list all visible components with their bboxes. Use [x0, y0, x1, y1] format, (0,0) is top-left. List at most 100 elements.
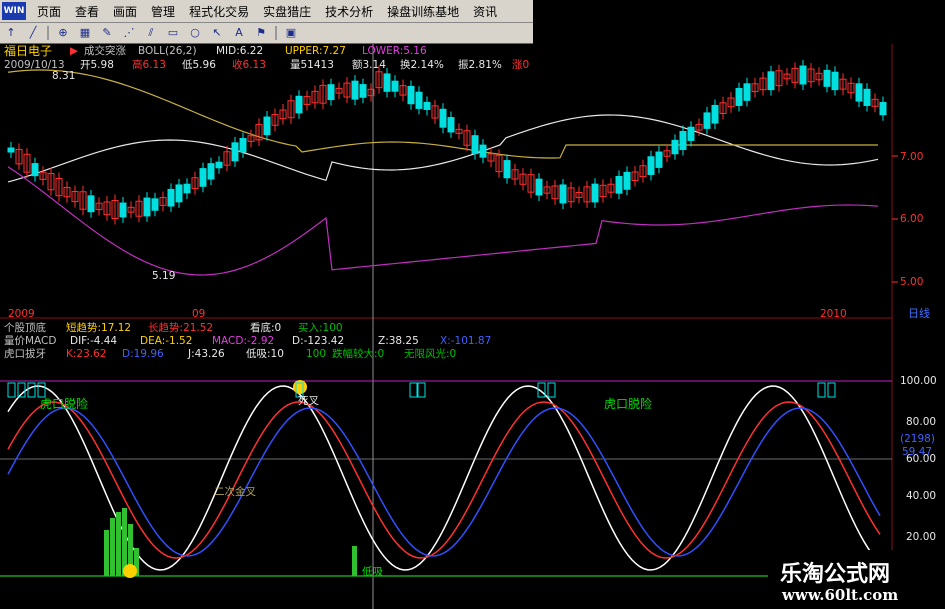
k-line — [7, 401, 881, 559]
top-bottom: 看底:0 — [250, 322, 282, 334]
candle-body — [855, 83, 863, 102]
candle-body — [679, 130, 687, 150]
high-price: 高6.13 — [132, 59, 166, 71]
candle-body — [183, 183, 191, 194]
candle-body — [199, 168, 207, 187]
chart-surface[interactable] — [0, 0, 945, 609]
x-label-09: 09 — [192, 308, 206, 320]
signal-box — [27, 382, 36, 398]
d-value: D:-123.42 — [292, 335, 345, 347]
signal-bar — [104, 530, 109, 576]
tiger-escape-label-1: 虎口脱险 — [40, 397, 89, 411]
k-value: K:23.62 — [66, 348, 107, 360]
candle-body — [447, 117, 455, 133]
candle-body — [175, 184, 183, 203]
turnover-label: 换2.14% — [400, 59, 444, 71]
candle-body — [863, 88, 871, 106]
candle-body — [767, 71, 775, 91]
signal-box — [417, 382, 426, 398]
amplitude-label: 振2.81% — [458, 59, 502, 71]
dif-value: DIF:-4.44 — [70, 335, 118, 347]
candle-body — [471, 135, 479, 155]
signal-box — [7, 382, 16, 398]
candle-body — [215, 161, 223, 169]
y-tick-7: 7.00 — [900, 151, 924, 163]
long-trend: 长趋势:21.52 — [148, 322, 214, 334]
candle-body — [151, 198, 159, 211]
short-trend: 短趋势:17.12 — [66, 322, 132, 334]
candle-body — [31, 163, 39, 177]
d2-value: D:19.96 — [122, 348, 164, 360]
candle-body — [391, 80, 399, 92]
dea-value: DEA:-1.52 — [140, 335, 193, 347]
signal-bar — [110, 518, 115, 576]
indicator3-name: 虎口拔牙 — [4, 348, 46, 360]
candle-body — [559, 184, 567, 204]
candle-body — [711, 104, 719, 124]
buy-label: 买入:100 — [298, 322, 343, 334]
boll-mid: MID:6.22 — [216, 45, 264, 57]
watermark: 乐淘公式网 www.60lt.com — [768, 550, 945, 609]
signal-box — [827, 382, 836, 398]
indicator2-name: 量价MACD — [4, 335, 57, 347]
stock-name: 福日电子 — [4, 44, 53, 58]
x-label-2009: 2009 — [8, 308, 35, 320]
close-price: 收6.13 — [232, 59, 266, 71]
low-absorb-label: 低吸 — [362, 566, 383, 578]
kdj-tick-80: 80.00 — [906, 416, 937, 428]
low-annotation: 5.19 — [152, 270, 176, 282]
x-label-2010: 2010 — [820, 308, 847, 320]
candle-body — [831, 71, 839, 91]
candle-body — [263, 116, 271, 136]
kdj-tick-20: 20.00 — [906, 531, 937, 543]
candle-body — [799, 65, 807, 85]
candle-body — [327, 84, 335, 101]
candle-body — [383, 73, 391, 92]
signal-box — [37, 382, 46, 398]
watermark-url: www.60lt.com — [782, 586, 899, 604]
candle-body — [415, 91, 423, 109]
macd-value: MACD:-2.92 — [212, 335, 275, 347]
candle-body — [735, 87, 743, 106]
boll-upper: UPPER:7.27 — [285, 45, 346, 57]
high-annotation: 8.31 — [52, 70, 76, 82]
candle-body — [591, 183, 599, 203]
boll-lower: LOWER:5.16 — [362, 45, 427, 57]
period-label[interactable]: 日线 — [908, 308, 930, 320]
mode-label: 成交突涨 — [84, 45, 126, 57]
y-tick-5: 5.00 — [900, 276, 924, 288]
d-line — [7, 407, 881, 557]
candle-body — [647, 156, 655, 175]
amount-label: 额3.14 — [352, 59, 386, 71]
arrow-icon: ▶ — [70, 45, 79, 57]
candle-body — [119, 202, 127, 218]
j-line — [7, 385, 881, 571]
candle-body — [615, 176, 623, 194]
indicator1-name: 个股顶底 — [4, 322, 46, 334]
signal-bar — [116, 512, 121, 576]
kdj-readout-value: 59.47 — [902, 446, 933, 458]
kdj-tick-100: 100.00 — [900, 375, 937, 387]
candle-body — [143, 197, 151, 217]
signal-bar — [352, 546, 357, 576]
candle-body — [823, 69, 831, 87]
dead-cross-label: 死叉 — [298, 395, 319, 407]
candle-body — [423, 101, 431, 110]
volume-label: 量51413 — [290, 59, 334, 71]
candle-body — [207, 163, 215, 180]
candle-body — [239, 138, 247, 153]
candle-body — [879, 102, 887, 116]
low-absorb-value: 100 — [306, 348, 327, 360]
kdj-readout-code: (2198) — [900, 433, 935, 445]
signal-box — [547, 382, 556, 398]
candle-body — [351, 80, 359, 100]
candle-body — [407, 85, 415, 105]
candle-body — [671, 139, 679, 155]
change-label: 涨0 — [512, 59, 530, 71]
candle-body — [167, 188, 175, 207]
drop-large: 跌幅较大:0 — [332, 348, 385, 360]
candle-body — [7, 147, 15, 153]
golden-cross-label: 二次金叉 — [214, 486, 256, 498]
low-absorb: 低吸:10 — [246, 348, 284, 360]
candle-body — [655, 151, 663, 168]
